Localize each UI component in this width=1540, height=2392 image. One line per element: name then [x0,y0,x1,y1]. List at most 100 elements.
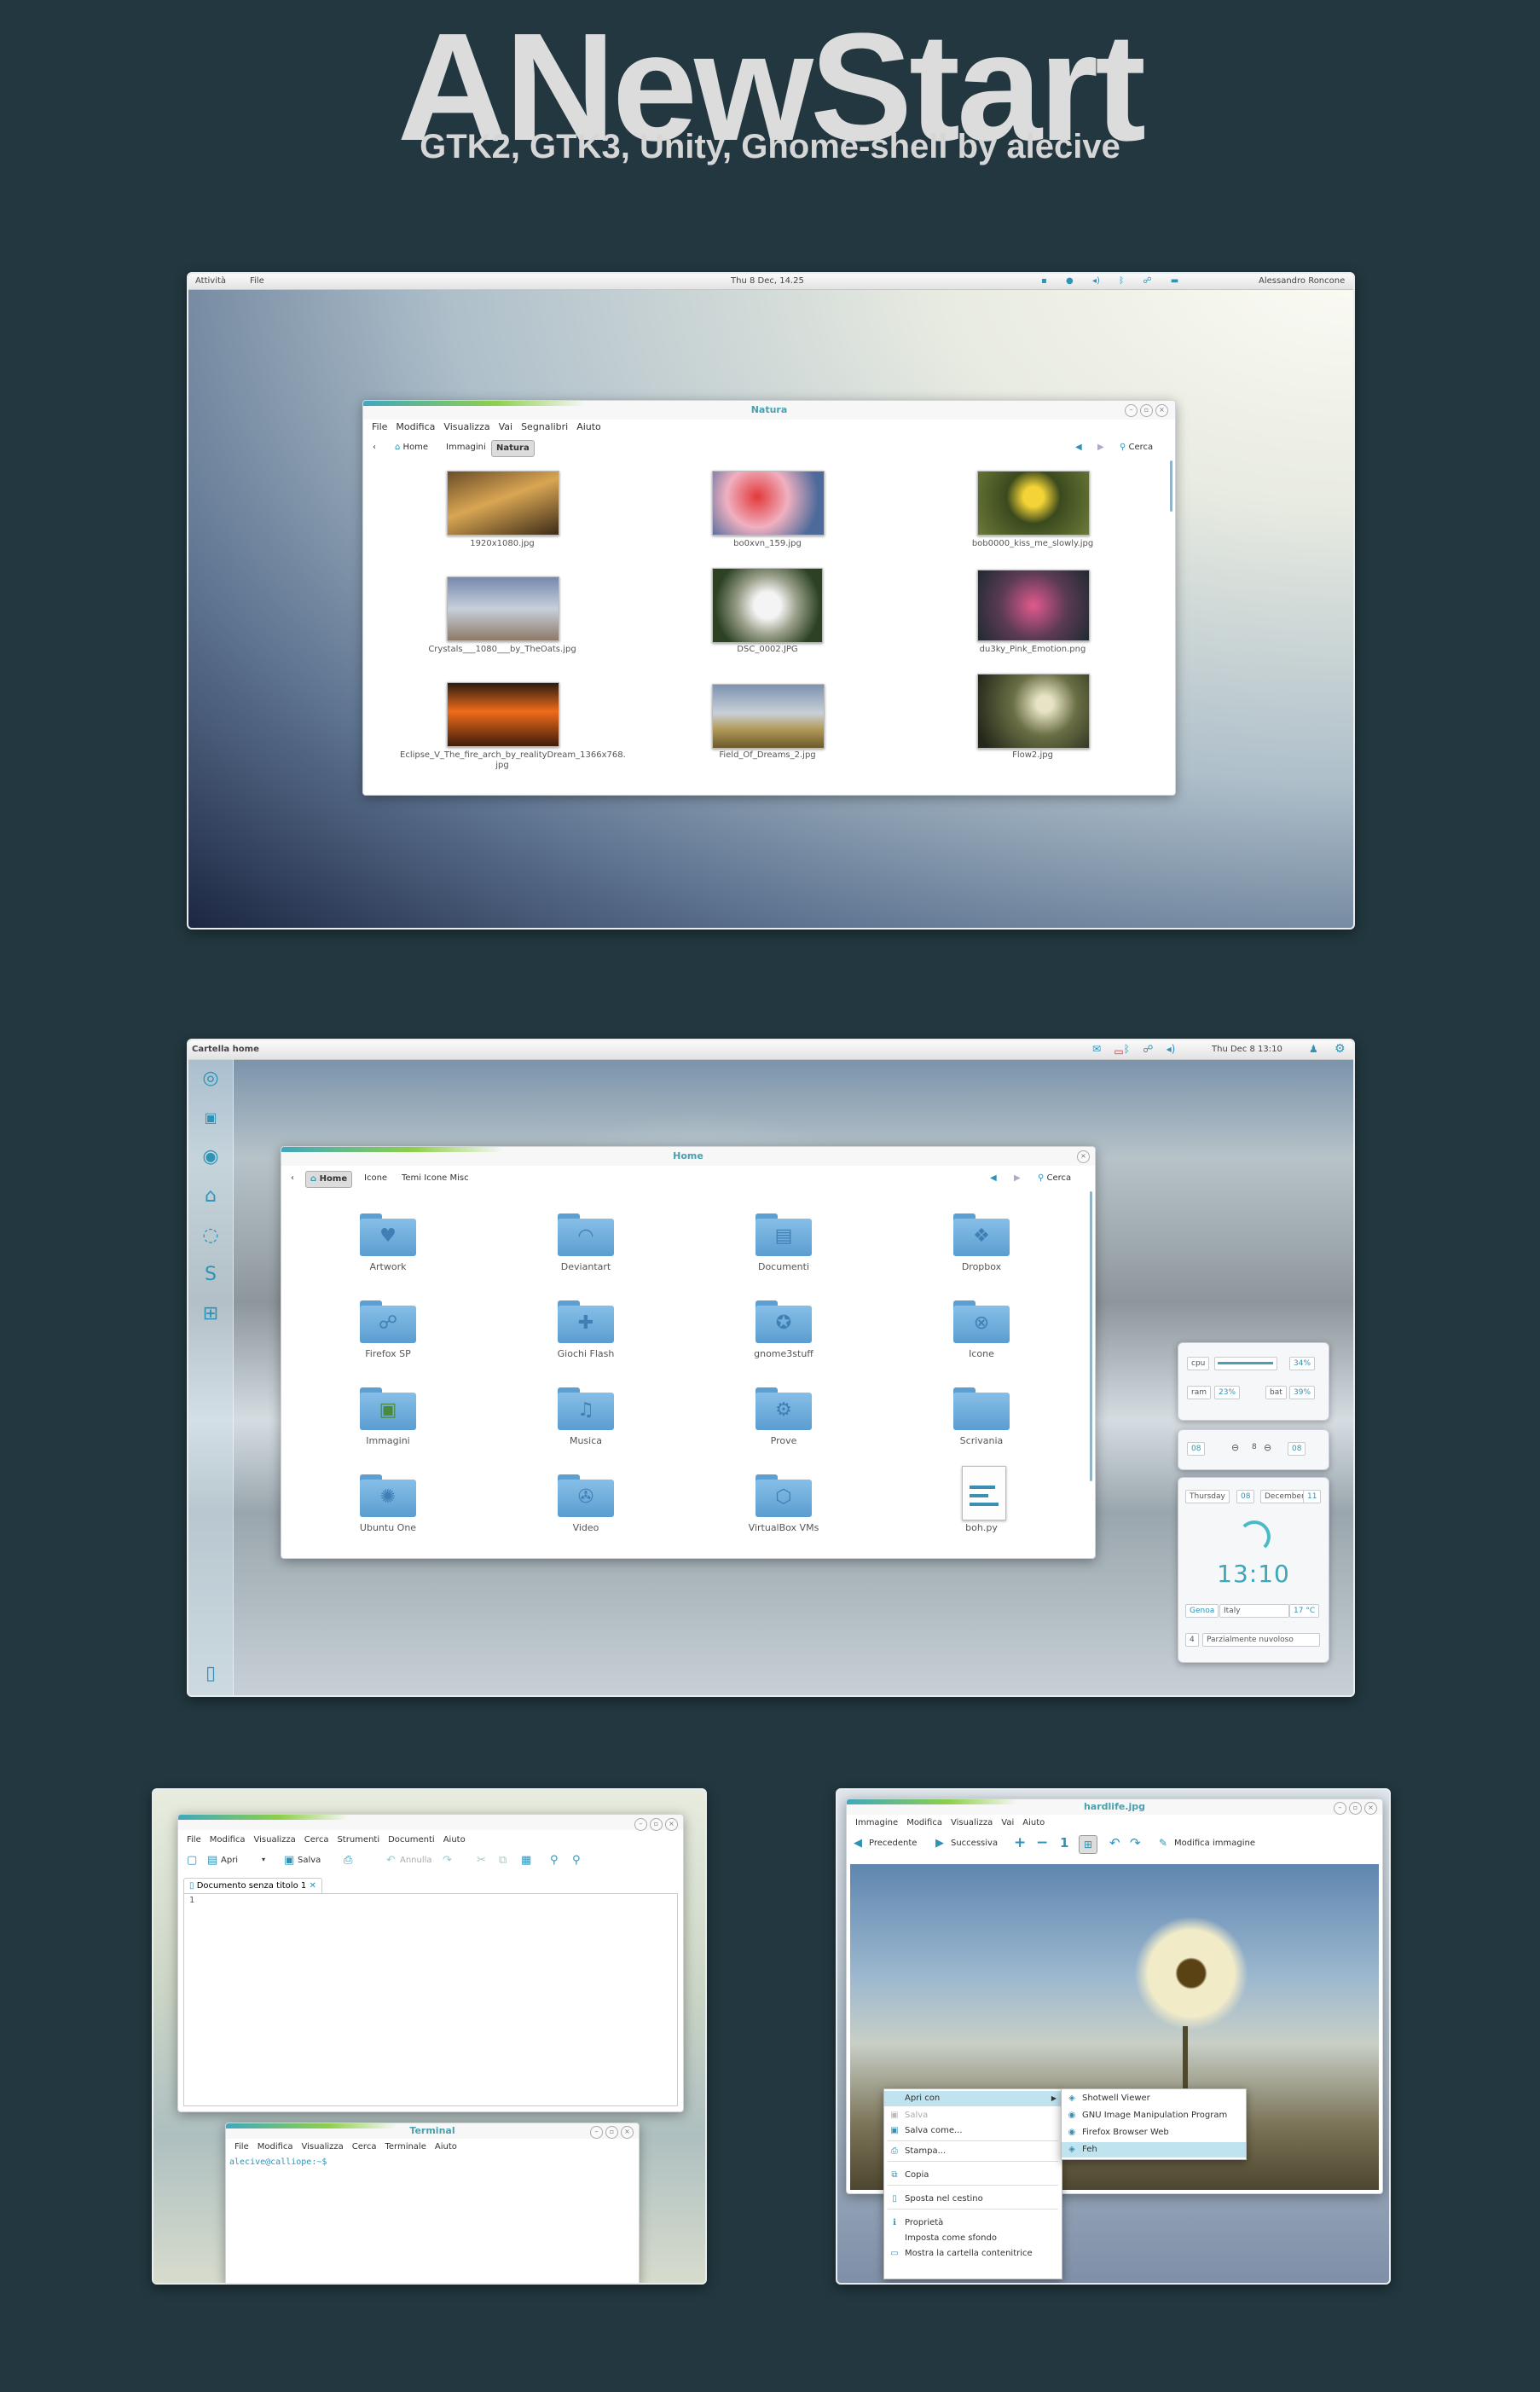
close-icon[interactable]: × [621,2126,634,2139]
folder-icon[interactable]: ✪ [756,1300,812,1343]
menu-item-trash[interactable]: ▯ Sposta nel cestino [884,2192,1062,2207]
thumbnail[interactable] [977,674,1090,749]
folder-icon[interactable]: ◠ [558,1213,614,1256]
folder-icon[interactable]: ⬡ [756,1474,812,1517]
thumbnail[interactable] [447,576,559,641]
app-menu[interactable]: File [250,276,264,286]
file-label[interactable]: boh.py [913,1522,1050,1533]
user-icon[interactable]: ♟ [1309,1043,1318,1055]
menu-item-save-as[interactable]: ▣ Salva come... [884,2123,1062,2139]
maximize-icon[interactable]: ▫ [605,2126,618,2139]
terminal-area[interactable]: alecive@calliope:~$ [228,2156,637,2283]
edit-image-icon[interactable]: ✎ [1159,1837,1167,1849]
maximize-icon[interactable]: ▫ [650,1818,663,1831]
menu-go[interactable]: Vai [1001,1818,1014,1827]
folder-label[interactable]: Icone [913,1348,1050,1359]
folder-icon[interactable]: ⊗ [953,1300,1010,1343]
open-button[interactable]: Apri [221,1856,238,1865]
file-name[interactable]: bob0000_kiss_me_slowly.jpg [930,539,1135,549]
minimize-icon[interactable]: – [1334,1802,1346,1815]
menu-item-copy[interactable]: ⧉ Copia [884,2168,1062,2183]
menu-edit[interactable]: Modifica [258,2142,293,2152]
rotate-left-icon[interactable]: ↶ [1109,1835,1120,1850]
minimize-icon[interactable]: – [1125,404,1138,417]
back-arrow-icon[interactable]: ◀ [986,1171,1001,1186]
folder-icon[interactable]: ♥ [360,1213,416,1256]
thumbnail[interactable] [447,471,559,536]
volume-up-icon[interactable]: ⊖ [1264,1442,1271,1453]
menu-help[interactable]: Aiuto [576,421,601,432]
save-button[interactable]: Salva [298,1856,321,1865]
activities-button[interactable]: Attività [195,276,226,286]
folder-label[interactable]: gnome3stuff [715,1348,852,1359]
app-feh[interactable]: ◈ Feh [1062,2142,1246,2157]
firefox-icon[interactable]: ◉ [196,1143,225,1172]
edit-image-button[interactable]: Modifica immagine [1174,1839,1255,1848]
menu-item-save[interactable]: ▣ Salva [884,2108,1062,2123]
menu-edit[interactable]: Modifica [210,1835,246,1845]
close-icon[interactable]: × [1364,1802,1377,1815]
folder-icon[interactable]: ☍ [360,1300,416,1343]
folder-icon[interactable]: ▤ [756,1213,812,1256]
folder-label[interactable]: Scrivania [913,1435,1050,1446]
menu-search[interactable]: Cerca [352,2142,377,2152]
menu-view[interactable]: Visualizza [443,421,489,432]
app-gimp[interactable]: ◉ GNU Image Manipulation Program [1062,2108,1246,2123]
menu-view[interactable]: Visualizza [951,1818,993,1827]
menu-item-properties[interactable]: ℹ Proprietà [884,2215,1062,2231]
close-tab-icon[interactable]: ✕ [309,1881,316,1891]
breadcrumb-left-arrow-icon[interactable]: ‹ [287,1171,298,1186]
clock[interactable]: Thu 8 Dec, 14.25 [731,276,804,286]
menu-terminal[interactable]: Terminale [385,2142,426,2152]
chromium-icon[interactable]: ◌ [196,1221,225,1250]
folder-icon[interactable]: ♫ [558,1387,614,1430]
menu-documents[interactable]: Documenti [388,1835,435,1845]
search-button[interactable]: ⚲ Cerca [1033,1171,1075,1186]
thumbnail[interactable] [447,682,559,747]
document-tab[interactable]: ▯ Documento senza titolo 1 ✕ [183,1878,322,1894]
forward-arrow-icon[interactable]: ▶ [1010,1171,1025,1186]
ubuntu-logo-icon[interactable]: ◎ [196,1064,225,1093]
new-document-icon[interactable]: ▢ [187,1854,197,1867]
breadcrumb-images[interactable]: Immagini [442,440,490,455]
terminal-icon[interactable]: ▣ [196,1103,225,1132]
folder-label[interactable]: Artwork [320,1261,456,1272]
search-icon[interactable]: ⚲ [550,1854,559,1867]
menu-search[interactable]: Cerca [304,1835,329,1845]
breadcrumb-icone[interactable]: Icone [360,1171,391,1186]
maximize-icon[interactable]: ▫ [1349,1802,1362,1815]
menu-edit[interactable]: Modifica [906,1818,942,1827]
volume-down-icon[interactable]: ⊖ [1231,1442,1239,1453]
folder-icon[interactable]: ▣ [360,1387,416,1430]
indicator-icons[interactable]: ✉ ▭ ᛒ ☍ ◂) [1092,1043,1175,1057]
close-icon[interactable]: × [665,1818,678,1831]
folder-label[interactable]: Prove [715,1435,852,1446]
open-icon[interactable]: ▤ [207,1854,217,1867]
user-menu[interactable]: Alessandro Roncone [1259,276,1345,286]
app-shotwell[interactable]: ◈ Shotwell Viewer [1062,2091,1246,2106]
menu-go[interactable]: Vai [499,421,512,432]
undo-button[interactable]: Annulla [400,1856,432,1865]
folder-label[interactable]: Immagini [320,1435,456,1446]
file-name[interactable]: 1920x1080.jpg [400,539,605,549]
close-icon[interactable]: × [1155,404,1168,417]
skype-icon[interactable]: S [196,1260,225,1289]
minimize-icon[interactable]: – [634,1818,647,1831]
menu-file[interactable]: File [372,421,387,432]
menu-item-show-folder[interactable]: ▭ Mostra la cartella contenitrice [884,2246,1062,2262]
app-firefox[interactable]: ◉ Firefox Browser Web [1062,2125,1246,2140]
menu-help[interactable]: Aiuto [435,2142,457,2152]
scrollbar[interactable] [1090,1191,1092,1481]
workspace-switcher-icon[interactable]: ⊞ [196,1300,225,1329]
zoom-normal-button[interactable]: 1 [1060,1835,1068,1850]
folder-icon[interactable]: ✚ [558,1300,614,1343]
home-icon[interactable]: ⌂ [196,1182,225,1211]
thumbnail[interactable] [712,471,825,536]
thumbnail[interactable] [712,568,823,643]
folder-label[interactable]: Giochi Flash [518,1348,654,1359]
close-icon[interactable]: × [1077,1150,1090,1163]
file-name[interactable]: bo0xvn_159.jpg [665,539,870,549]
session-gear-icon[interactable]: ⚙ [1334,1042,1346,1056]
cut-icon[interactable]: ✂ [477,1854,486,1867]
search-button[interactable]: ⚲ Cerca [1115,440,1157,455]
